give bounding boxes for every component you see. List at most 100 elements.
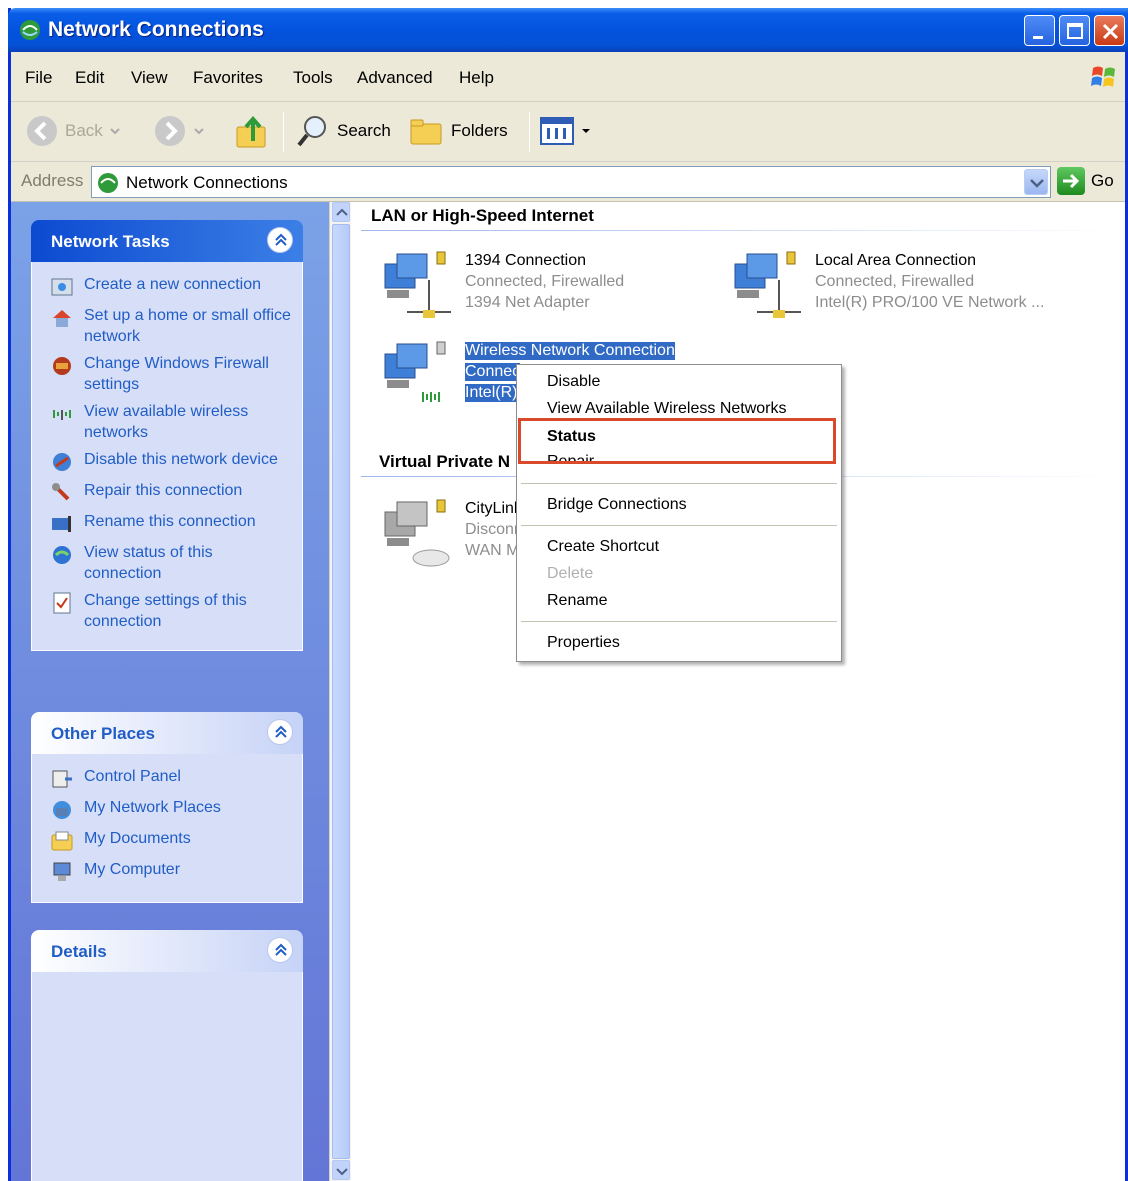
task-pane-scrollbar[interactable] — [329, 202, 351, 1181]
menu-favorites[interactable]: Favorites — [193, 68, 263, 88]
properties-icon — [53, 592, 71, 614]
connection-status: Connected, Firewalled — [815, 273, 975, 290]
toolbar-separator — [529, 112, 530, 152]
connection-status: Connected, Firewalled — [465, 273, 625, 290]
task-view-status[interactable]: View status of this connection — [50, 542, 292, 584]
chevron-down-icon — [336, 1168, 348, 1176]
connection-citylink[interactable]: CityLink Disconn WAN Mi — [377, 498, 537, 578]
vpn-connection-icon — [384, 499, 450, 567]
forward-button[interactable] — [153, 112, 205, 150]
task-rename-connection[interactable]: Rename this connection — [50, 511, 292, 536]
connection-1394[interactable]: 1394 Connection Connected, Firewalled 13… — [377, 250, 707, 330]
task-disable-device[interactable]: Disable this network device — [50, 449, 292, 474]
menu-item-view-wireless[interactable]: View Available Wireless Networks — [547, 400, 787, 418]
menu-advanced[interactable]: Advanced — [357, 68, 433, 88]
scroll-up-button[interactable] — [332, 202, 350, 222]
search-label: Search — [337, 121, 391, 140]
address-input[interactable]: Network Connections — [91, 166, 1051, 198]
up-folder-icon — [236, 115, 266, 148]
minimize-icon — [1033, 36, 1043, 39]
connection-status: Connec — [465, 363, 521, 381]
maximize-button[interactable] — [1059, 15, 1090, 46]
connection-local-area[interactable]: Local Area Connection Connected, Firewal… — [727, 250, 1125, 330]
task-change-settings[interactable]: Change settings of this connection — [50, 590, 292, 632]
menu-separator — [521, 621, 837, 622]
back-arrow-icon — [27, 116, 57, 146]
address-label: Address — [21, 171, 84, 190]
window-title: Network Connections — [48, 18, 264, 41]
address-value: Network Connections — [126, 173, 288, 192]
menu-view[interactable]: View — [131, 68, 168, 88]
scroll-down-button[interactable] — [332, 1160, 350, 1180]
network-tasks-title: Network Tasks — [51, 232, 170, 251]
menu-item-rename[interactable]: Rename — [547, 592, 607, 610]
menu-item-properties[interactable]: Properties — [547, 634, 620, 652]
place-my-computer[interactable]: My Computer — [50, 859, 292, 884]
network-connections-icon — [20, 20, 40, 40]
task-view-wireless[interactable]: View available wireless networks — [50, 401, 292, 443]
chevron-up-icon — [275, 233, 287, 246]
details-header[interactable]: Details — [31, 930, 303, 972]
close-icon — [1102, 23, 1119, 40]
group-divider — [361, 230, 1121, 231]
group-vpn-title: Virtual Private N — [379, 452, 511, 471]
chevron-down-icon — [1030, 179, 1044, 188]
back-button[interactable]: Back — [25, 112, 121, 150]
details-title: Details — [51, 942, 107, 961]
chevron-up-icon — [275, 943, 287, 956]
chevron-up-icon — [336, 208, 348, 216]
task-create-connection[interactable]: Create a new connection — [50, 274, 292, 299]
address-dropdown-button[interactable] — [1024, 169, 1048, 195]
menu-item-create-shortcut[interactable]: Create Shortcut — [547, 538, 659, 556]
menu-item-disable[interactable]: Disable — [547, 373, 600, 391]
wireless-connection-icon — [384, 341, 446, 402]
collapse-button[interactable] — [267, 719, 293, 745]
menu-edit[interactable]: Edit — [75, 68, 104, 88]
views-button[interactable] — [539, 112, 591, 150]
place-control-panel[interactable]: Control Panel — [50, 766, 292, 791]
scroll-thumb[interactable] — [332, 224, 350, 1159]
menu-file[interactable]: File — [25, 68, 52, 88]
task-repair-connection[interactable]: Repair this connection — [50, 480, 292, 505]
chevron-down-icon — [194, 128, 204, 135]
place-my-documents[interactable]: My Documents — [50, 828, 292, 853]
collapse-button[interactable] — [267, 937, 293, 963]
rename-icon — [52, 516, 71, 532]
menu-tools[interactable]: Tools — [293, 68, 333, 88]
place-my-network-places[interactable]: My Network Places — [50, 797, 292, 822]
windows-logo-icon — [1091, 66, 1115, 87]
toolbar: Back Search Folders — [11, 102, 1125, 162]
lan-connection-icon — [734, 251, 801, 318]
connection-status: Disconn — [465, 521, 523, 538]
connection-name: Local Area Connection — [815, 252, 976, 269]
lan-connection-icon — [384, 251, 451, 318]
toolbar-separator — [283, 112, 284, 152]
connections-view: LAN or High-Speed Internet 1394 Connecti… — [351, 202, 1125, 1181]
up-folder-button[interactable] — [233, 112, 271, 150]
go-arrow-icon — [1057, 167, 1085, 195]
details-panel: Details — [31, 930, 303, 1181]
close-button[interactable] — [1094, 15, 1125, 46]
task-home-network[interactable]: Set up a home or small office network — [50, 305, 292, 347]
search-button[interactable]: Search — [295, 112, 391, 150]
wireless-icon — [53, 409, 71, 420]
chevron-down-icon — [110, 128, 120, 135]
network-tasks-header[interactable]: Network Tasks — [31, 220, 303, 262]
go-button[interactable]: Go — [1057, 167, 1114, 195]
menu-item-delete: Delete — [547, 565, 594, 582]
minimize-button[interactable] — [1024, 15, 1055, 46]
menu-help[interactable]: Help — [459, 68, 494, 88]
folders-button[interactable]: Folders — [409, 112, 508, 150]
title-bar[interactable]: Network Connections — [8, 8, 1128, 52]
details-body — [31, 972, 303, 1181]
menu-bar: File Edit View Favorites Tools Advanced … — [11, 52, 1125, 102]
menu-item-bridge[interactable]: Bridge Connections — [547, 496, 687, 514]
status-highlight-box — [518, 418, 836, 464]
collapse-button[interactable] — [267, 227, 293, 253]
task-firewall-settings[interactable]: Change Windows Firewall settings — [50, 353, 292, 395]
other-places-header[interactable]: Other Places — [31, 712, 303, 754]
connection-name: Wireless Network Connection — [465, 342, 675, 360]
network-places-icon — [53, 801, 71, 819]
new-connection-icon — [51, 278, 73, 296]
firewall-icon — [53, 357, 71, 375]
